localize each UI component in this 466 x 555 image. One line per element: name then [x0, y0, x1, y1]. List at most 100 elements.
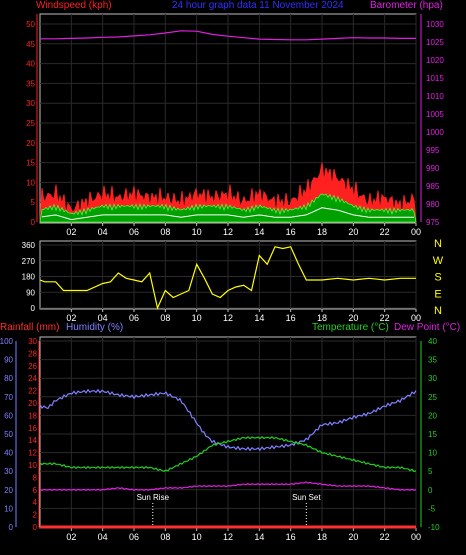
y-tick-label-rainfall: 28: [28, 349, 37, 358]
y-tick-label-rainfall: 2: [33, 511, 38, 520]
y-tick-label-rainfall: 4: [33, 498, 38, 507]
y-tick-label-temperature: -5: [428, 504, 436, 513]
x-tick-label: 18: [317, 227, 327, 237]
y-tick-label-temperature: 35: [428, 356, 437, 365]
compass-label: E: [434, 288, 441, 300]
x-tick-label: 10: [192, 313, 202, 323]
sun-marker-label: Sun Rise: [137, 493, 170, 502]
y-tick-label-rainfall: 26: [28, 362, 37, 371]
weather-graph: Windspeed (kph) 24 hour graph data 11 No…: [0, 0, 466, 555]
y-tick-label-barometer: 975: [426, 218, 440, 227]
x-tick-label: 04: [98, 227, 108, 237]
x-tick-label: 14: [254, 313, 264, 323]
compass-label: S: [434, 272, 441, 284]
x-tick-label: 08: [160, 227, 170, 237]
y-tick-label-temperature: 15: [428, 430, 437, 439]
x-tick-label: 08: [160, 532, 170, 542]
y-tick-label-barometer: 985: [426, 182, 440, 191]
y-tick-label-windspeed: 10: [26, 178, 35, 187]
y-tick-label-temperature: 5: [428, 467, 433, 476]
compass-label: N: [434, 305, 442, 317]
y-tick-label-humidity: 70: [4, 393, 13, 402]
weather-graph-svg: Windspeed (kph) 24 hour graph data 11 No…: [0, 0, 460, 542]
y-tick-label-rainfall: 16: [28, 424, 37, 433]
temperature-axis-title: Temperature (°C): [312, 322, 389, 333]
x-tick-label: 06: [129, 227, 139, 237]
y-tick-label-temperature: 20: [428, 411, 437, 420]
y-tick-label-humidity: 100: [0, 337, 14, 346]
x-tick-label: 20: [348, 532, 358, 542]
y-tick-label-windspeed: 30: [26, 99, 35, 108]
y-tick-label-temperature: 40: [428, 337, 437, 346]
y-tick-label-direction: 360: [22, 241, 36, 250]
y-tick-label-humidity: 80: [4, 374, 13, 383]
x-tick-label: 16: [286, 227, 296, 237]
x-tick-label: 22: [380, 227, 390, 237]
y-tick-label-barometer: 1015: [426, 74, 444, 83]
y-tick-label-direction: 270: [22, 257, 36, 266]
x-tick-label: 18: [317, 532, 327, 542]
y-tick-label-humidity: 20: [4, 486, 13, 495]
rainfall-axis-title: Rainfall (mm): [0, 322, 59, 333]
y-tick-label-rainfall: 22: [28, 387, 37, 396]
y-tick-label-rainfall: 14: [28, 436, 37, 445]
y-tick-label-temperature: 10: [428, 449, 437, 458]
y-tick-label-rainfall: 30: [28, 337, 37, 346]
x-tick-label: 14: [254, 532, 264, 542]
y-tick-label-rainfall: 12: [28, 449, 37, 458]
y-tick-label-rainfall: 20: [28, 399, 37, 408]
y-tick-label-direction: 180: [22, 273, 36, 282]
y-tick-label-barometer: 1000: [426, 128, 444, 137]
y-tick-label-humidity: 30: [4, 467, 13, 476]
x-tick-label: 00: [411, 532, 421, 542]
barometer-title: Barometer (hpa): [370, 0, 443, 11]
y-tick-label-rainfall: 18: [28, 411, 37, 420]
sun-marker-label: Sun Set: [292, 493, 321, 502]
x-tick-label: 02: [66, 313, 76, 323]
x-tick-label: 00: [411, 227, 421, 237]
x-tick-label: 02: [66, 532, 76, 542]
compass-label: W: [433, 255, 444, 267]
y-tick-label-windspeed: 35: [26, 79, 35, 88]
x-tick-label: 06: [129, 532, 139, 542]
dewpoint-axis-title: Dew Point (°C): [394, 322, 460, 333]
x-tick-label: 16: [286, 313, 296, 323]
x-tick-label: 02: [66, 227, 76, 237]
y-tick-label-barometer: 1025: [426, 38, 444, 47]
y-tick-label-barometer: 1005: [426, 110, 444, 119]
x-tick-label: 08: [160, 313, 170, 323]
y-tick-label-barometer: 1030: [426, 20, 444, 29]
compass-label: N: [434, 238, 442, 250]
y-tick-label-humidity: 60: [4, 411, 13, 420]
y-tick-label-barometer: 990: [426, 164, 440, 173]
x-tick-label: 12: [223, 227, 233, 237]
y-tick-label-barometer: 980: [426, 200, 440, 209]
y-tick-label-windspeed: 5: [31, 198, 36, 207]
y-tick-label-temperature: -10: [428, 523, 440, 532]
graph-title: 24 hour graph data 11 November 2024: [172, 0, 344, 11]
y-tick-label-windspeed: 20: [26, 139, 35, 148]
y-tick-label-direction: 0: [31, 304, 36, 313]
x-tick-label: 20: [348, 313, 358, 323]
y-tick-label-rainfall: 8: [33, 473, 38, 482]
y-tick-label-humidity: 40: [4, 449, 13, 458]
y-tick-label-temperature: 30: [428, 374, 437, 383]
x-tick-label: 10: [192, 532, 202, 542]
x-tick-label: 06: [129, 313, 139, 323]
y-tick-label-windspeed: 40: [26, 60, 35, 69]
y-tick-label-humidity: 50: [4, 430, 13, 439]
y-tick-label-barometer: 995: [426, 146, 440, 155]
y-tick-label-rainfall: 10: [28, 461, 37, 470]
x-tick-label: 18: [317, 313, 327, 323]
y-tick-label-rainfall: 24: [28, 374, 37, 383]
x-tick-label: 12: [223, 313, 233, 323]
x-tick-label: 04: [98, 313, 108, 323]
y-tick-label-windspeed: 25: [26, 119, 35, 128]
y-tick-label-barometer: 1010: [426, 92, 444, 101]
x-tick-label: 10: [192, 227, 202, 237]
y-tick-label-windspeed: 0: [31, 218, 36, 227]
x-tick-label: 20: [348, 227, 358, 237]
y-tick-label-humidity: 90: [4, 356, 13, 365]
x-tick-label: 22: [380, 532, 390, 542]
y-tick-label-temperature: 0: [428, 486, 433, 495]
